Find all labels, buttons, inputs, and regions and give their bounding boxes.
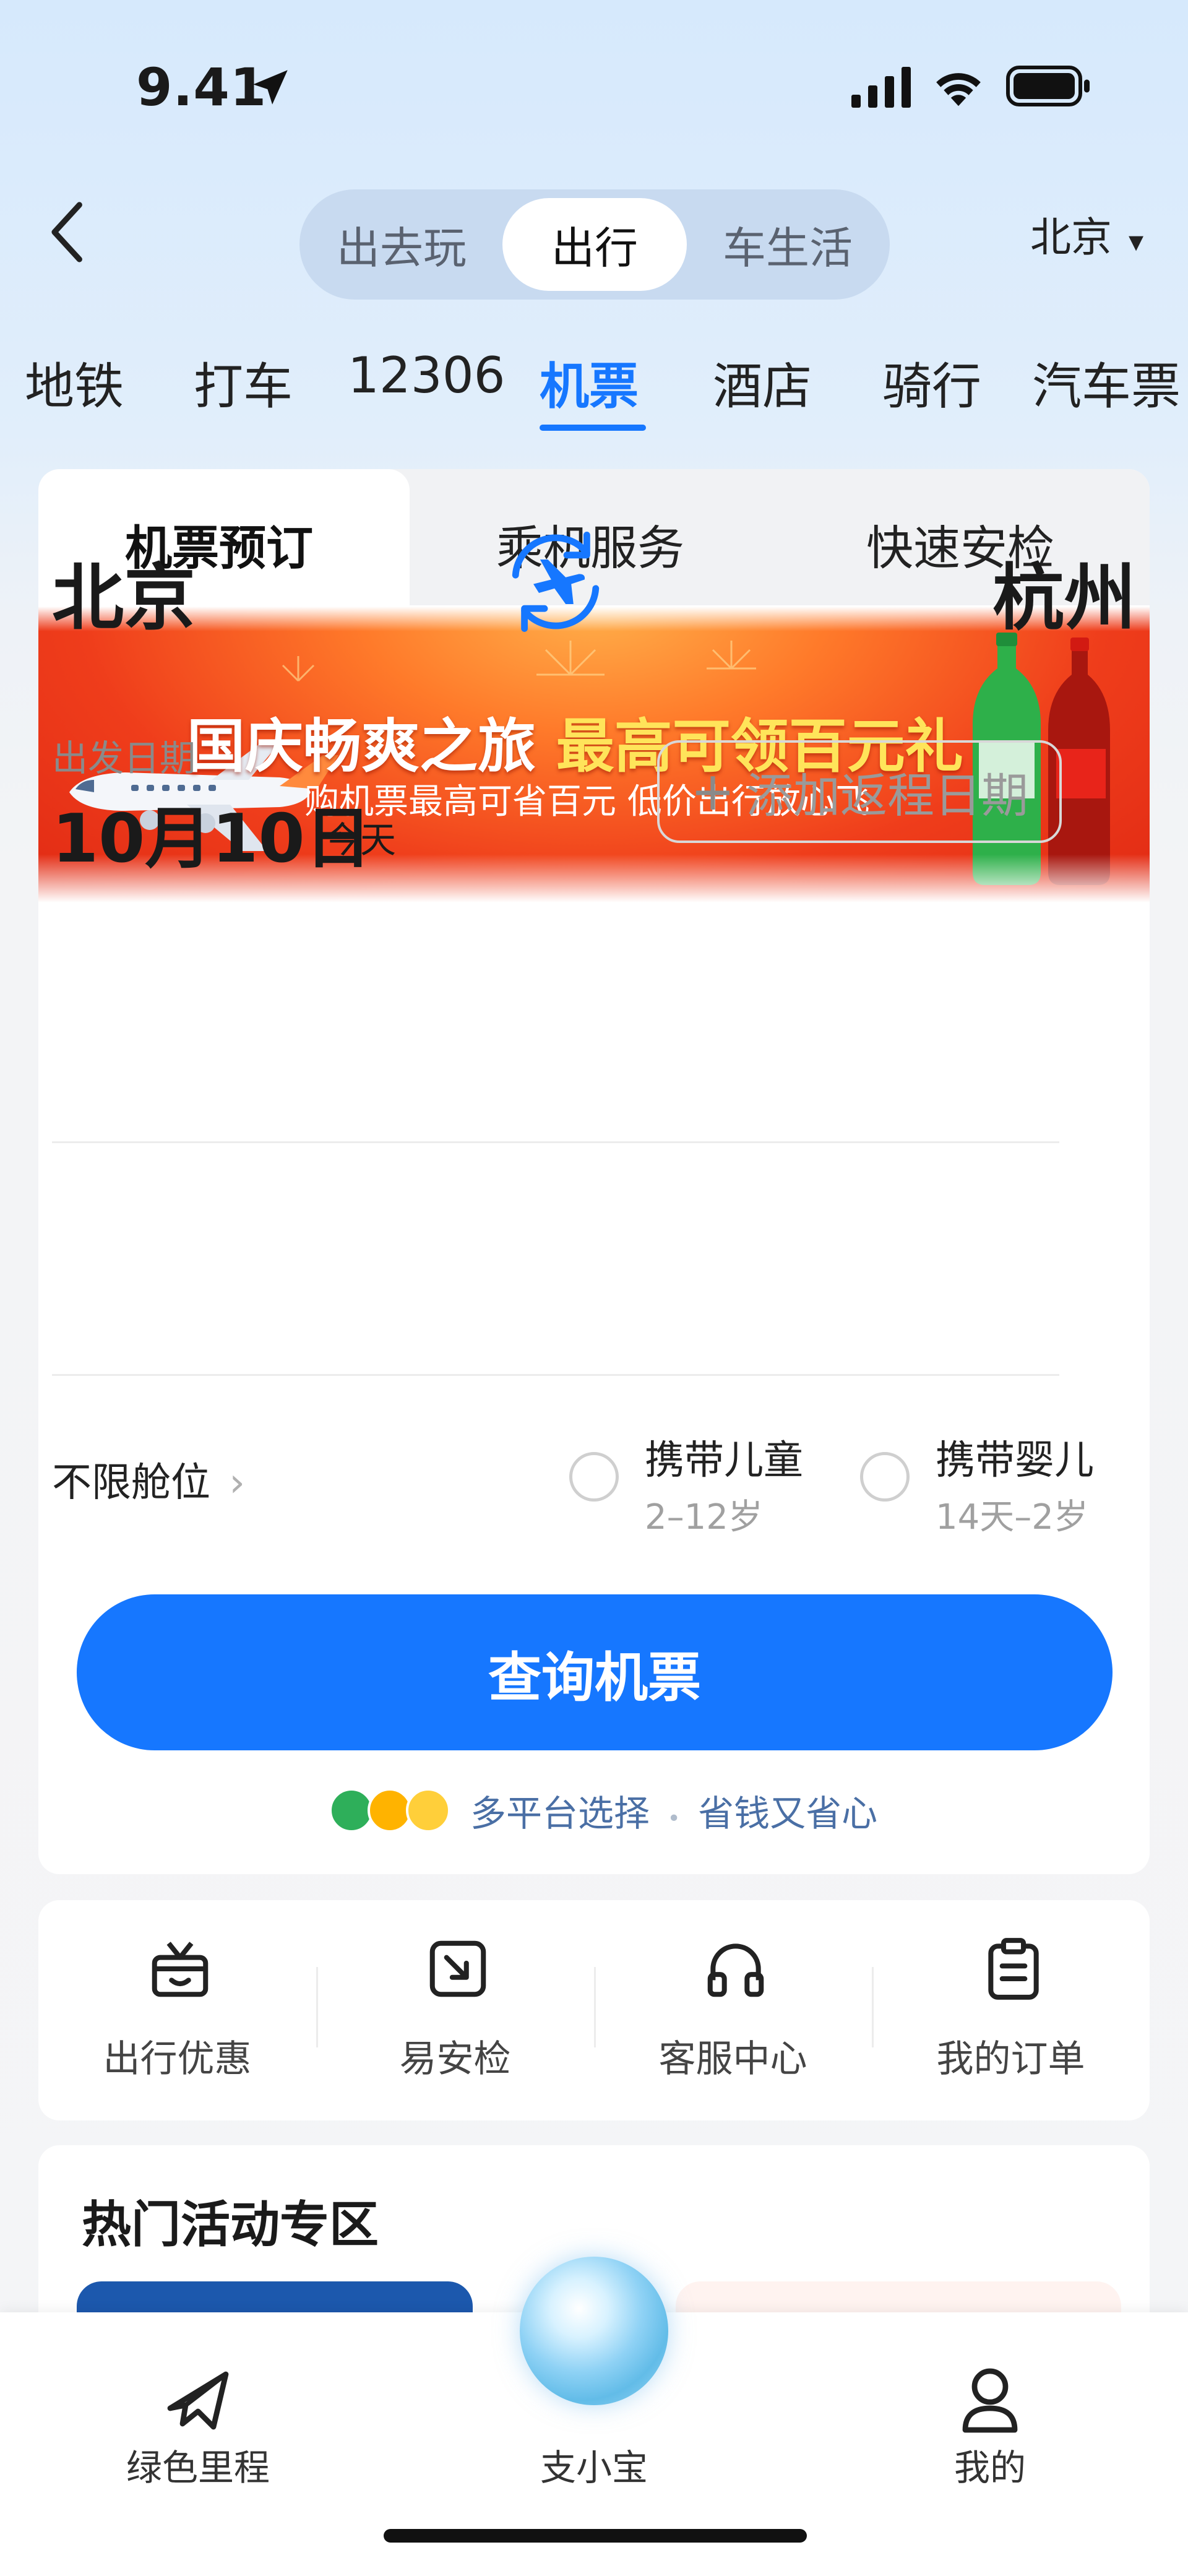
departure-city[interactable]: 北京 <box>52 540 196 644</box>
child-option-title: 携带儿童 <box>645 1438 803 1484</box>
chevron-right-icon: › <box>229 1460 245 1506</box>
signal-icon <box>851 67 911 108</box>
category-hotel[interactable]: 酒店 <box>713 347 812 418</box>
segment-travel[interactable]: 出行 <box>502 198 687 291</box>
infant-option-title: 携带婴儿 <box>936 1438 1094 1484</box>
segment-control: 出去玩 出行 车生活 <box>299 189 890 300</box>
category-subway[interactable]: 地铁 <box>25 347 124 418</box>
arrival-city[interactable]: 杭州 <box>992 540 1136 644</box>
category-bus[interactable]: 汽车票 <box>1032 347 1181 418</box>
segment-car-life[interactable]: 车生活 <box>698 198 877 291</box>
plus-icon: + <box>690 761 736 823</box>
segment-play[interactable]: 出去玩 <box>312 198 491 291</box>
nav-label: 绿色里程 <box>126 2447 270 2489</box>
service-travel-deals[interactable]: 出行优惠 <box>38 1900 316 2120</box>
nav-label: 我的 <box>953 2447 1026 2489</box>
today-badge: 今天 <box>324 819 397 861</box>
clipboard-icon <box>988 1938 1039 2000</box>
wifi-icon <box>936 73 981 106</box>
service-label: 我的订单 <box>936 2038 1085 2081</box>
service-easy-security[interactable]: 易安检 <box>316 1900 594 2120</box>
banner-title-main: 国庆畅爽之旅 <box>187 713 536 780</box>
chevron-down-icon: ▾ <box>1128 224 1144 259</box>
gift-icon <box>152 1942 209 1997</box>
headphones-icon <box>707 1943 764 1997</box>
plane-swap-icon[interactable] <box>500 526 611 638</box>
date-label: 出发日期 <box>52 737 196 779</box>
hot-activities-title: 热门活动专区 <box>82 2196 379 2254</box>
home-indicator <box>384 2529 807 2543</box>
multi-platform-label: 多平台选择 <box>470 1792 650 1835</box>
service-customer-center[interactable]: 客服中心 <box>594 1900 872 2120</box>
battery-icon <box>1006 66 1090 106</box>
category-12306[interactable]: 12306 <box>348 347 506 404</box>
multi-platform-label-2: 省钱又省心 <box>698 1792 878 1835</box>
infant-option-sub: 14天–2岁 <box>936 1497 1088 1537</box>
platform-logo-icon <box>406 1788 450 1833</box>
assistant-orb-icon[interactable] <box>520 2257 668 2405</box>
child-radio[interactable] <box>569 1452 619 1502</box>
category-underline <box>540 425 646 431</box>
category-flight[interactable]: 机票 <box>540 347 639 418</box>
infant-radio[interactable] <box>860 1452 910 1502</box>
add-return-date-button[interactable]: + 添加返程日期 <box>657 740 1062 843</box>
person-icon <box>962 2368 1018 2433</box>
child-option-sub: 2–12岁 <box>645 1497 763 1537</box>
nav-me[interactable]: 我的 <box>866 2312 1114 2498</box>
search-flights-button[interactable]: 查询机票 <box>77 1594 1113 1750</box>
multi-platform-text: 多平台选择 • 省钱又省心 <box>470 1784 877 1836</box>
security-check-icon <box>429 1940 486 1997</box>
services-card: 出行优惠 易安检 客服中心 我的订单 <box>38 1900 1150 2120</box>
nav-green-miles[interactable]: 绿色里程 <box>74 2312 322 2498</box>
city-selector[interactable]: 北京 ▾ <box>1030 204 1143 264</box>
add-return-date-label: 添加返程日期 <box>746 768 1029 823</box>
service-label: 出行优惠 <box>103 2038 252 2081</box>
location-arrow-icon <box>253 70 288 105</box>
city-name: 北京 <box>1030 214 1112 261</box>
cabin-selector[interactable]: 不限舱位 › <box>52 1451 245 1508</box>
service-label: 易安检 <box>399 2038 511 2081</box>
category-bike[interactable]: 骑行 <box>882 347 981 418</box>
route-divider <box>52 1141 1059 1143</box>
date-divider <box>52 1374 1059 1376</box>
nav-label: 支小宝 <box>540 2447 648 2489</box>
service-my-orders[interactable]: 我的订单 <box>872 1900 1150 2120</box>
cabin-label: 不限舱位 <box>52 1460 210 1506</box>
dot-separator: • <box>667 1806 681 1831</box>
paper-plane-icon <box>167 2371 229 2430</box>
multi-platform-row[interactable]: 多平台选择 • 省钱又省心 <box>329 1783 877 1838</box>
category-taxi[interactable]: 打车 <box>194 347 293 418</box>
back-icon[interactable] <box>43 198 93 266</box>
service-label: 客服中心 <box>658 2038 807 2081</box>
